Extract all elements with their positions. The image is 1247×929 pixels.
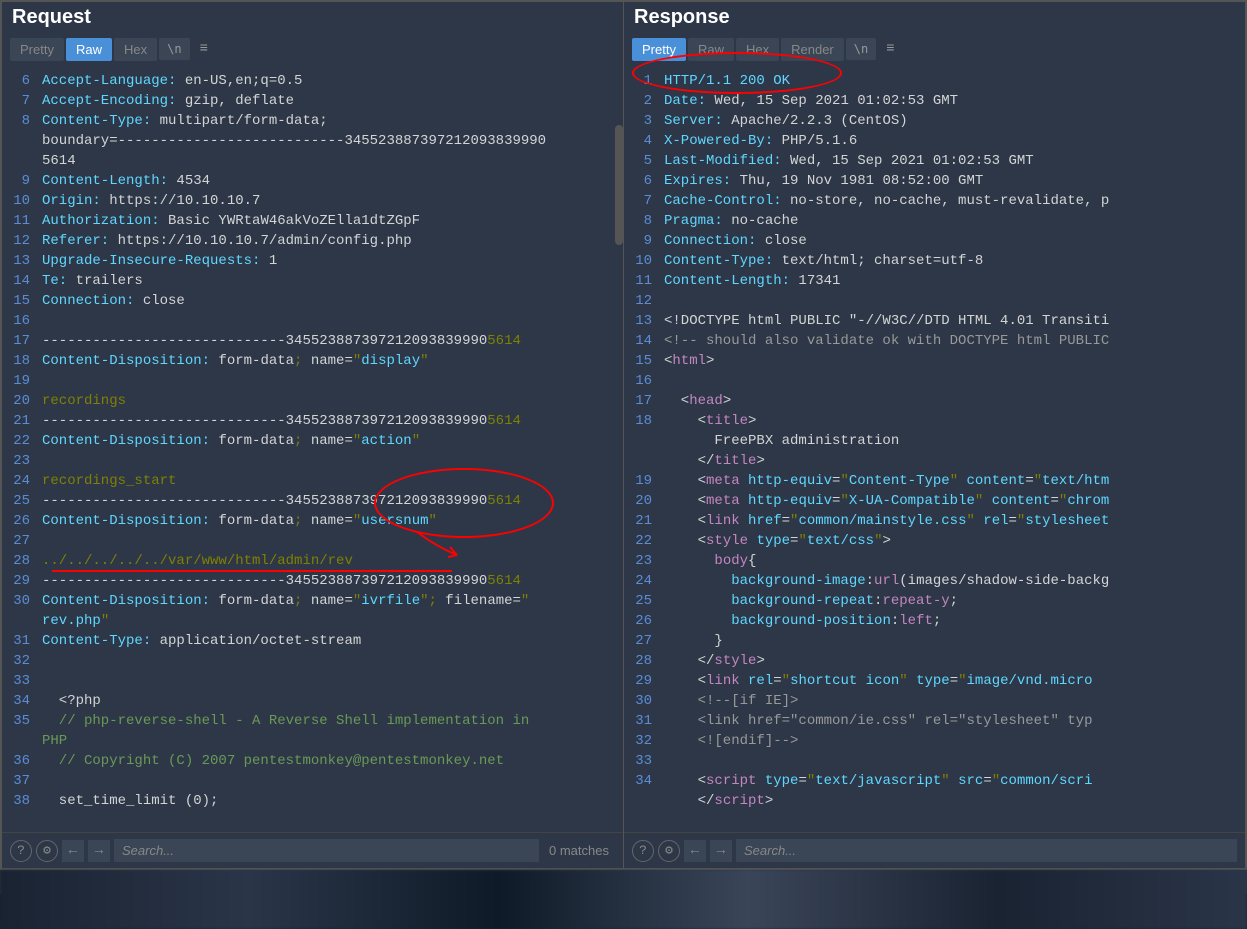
gear-icon[interactable]: ⚙ — [36, 840, 58, 862]
tab-menu-req[interactable]: ≡ — [192, 37, 216, 61]
next-match-button[interactable]: → — [88, 840, 110, 862]
prev-match-button[interactable]: ← — [62, 840, 84, 862]
request-footer: ? ⚙ ← → 0 matches — [2, 832, 623, 868]
response-gutter: 1234567891011121314151617181920212223242… — [624, 65, 662, 832]
next-match-button-res[interactable]: → — [710, 840, 732, 862]
response-header: Response — [624, 2, 1245, 33]
tab-render-res[interactable]: Render — [781, 38, 844, 61]
tab-menu-res[interactable]: ≡ — [878, 37, 902, 61]
desktop-background — [0, 870, 1247, 929]
response-tabs: Pretty Raw Hex Render \n ≡ — [624, 33, 1245, 65]
request-panel: Request Pretty Raw Hex \n ≡ 678910111213… — [2, 2, 624, 868]
request-scrollbar[interactable] — [615, 125, 623, 792]
help-icon[interactable]: ? — [10, 840, 32, 862]
response-code[interactable]: HTTP/1.1 200 OKDate: Wed, 15 Sep 2021 01… — [662, 65, 1245, 832]
tab-pretty-req[interactable]: Pretty — [10, 38, 64, 61]
request-gutter: 6789101112131415161718192021222324252627… — [2, 65, 40, 832]
request-matches: 0 matches — [543, 843, 615, 858]
request-search-input[interactable] — [114, 839, 539, 862]
main-container: Request Pretty Raw Hex \n ≡ 678910111213… — [0, 0, 1247, 870]
response-search-input[interactable] — [736, 839, 1237, 862]
tab-newline-res[interactable]: \n — [846, 38, 876, 60]
request-tabs: Pretty Raw Hex \n ≡ — [2, 33, 623, 65]
gear-icon-res[interactable]: ⚙ — [658, 840, 680, 862]
tab-raw-res[interactable]: Raw — [688, 38, 734, 61]
help-icon-res[interactable]: ? — [632, 840, 654, 862]
response-title: Response — [634, 6, 730, 28]
tab-hex-req[interactable]: Hex — [114, 38, 157, 61]
tab-pretty-res[interactable]: Pretty — [632, 38, 686, 61]
prev-match-button-res[interactable]: ← — [684, 840, 706, 862]
response-code-area[interactable]: 1234567891011121314151617181920212223242… — [624, 65, 1245, 832]
response-panel: Response Pretty Raw Hex Render \n ≡ 1234… — [624, 2, 1245, 868]
tab-hex-res[interactable]: Hex — [736, 38, 779, 61]
request-header: Request — [2, 2, 623, 33]
tab-newline-req[interactable]: \n — [159, 38, 189, 60]
response-footer: ? ⚙ ← → — [624, 832, 1245, 868]
request-title: Request — [12, 6, 91, 28]
request-code[interactable]: Accept-Language: en-US,en;q=0.5Accept-En… — [40, 65, 623, 832]
tab-raw-req[interactable]: Raw — [66, 38, 112, 61]
request-code-area[interactable]: 6789101112131415161718192021222324252627… — [2, 65, 623, 832]
